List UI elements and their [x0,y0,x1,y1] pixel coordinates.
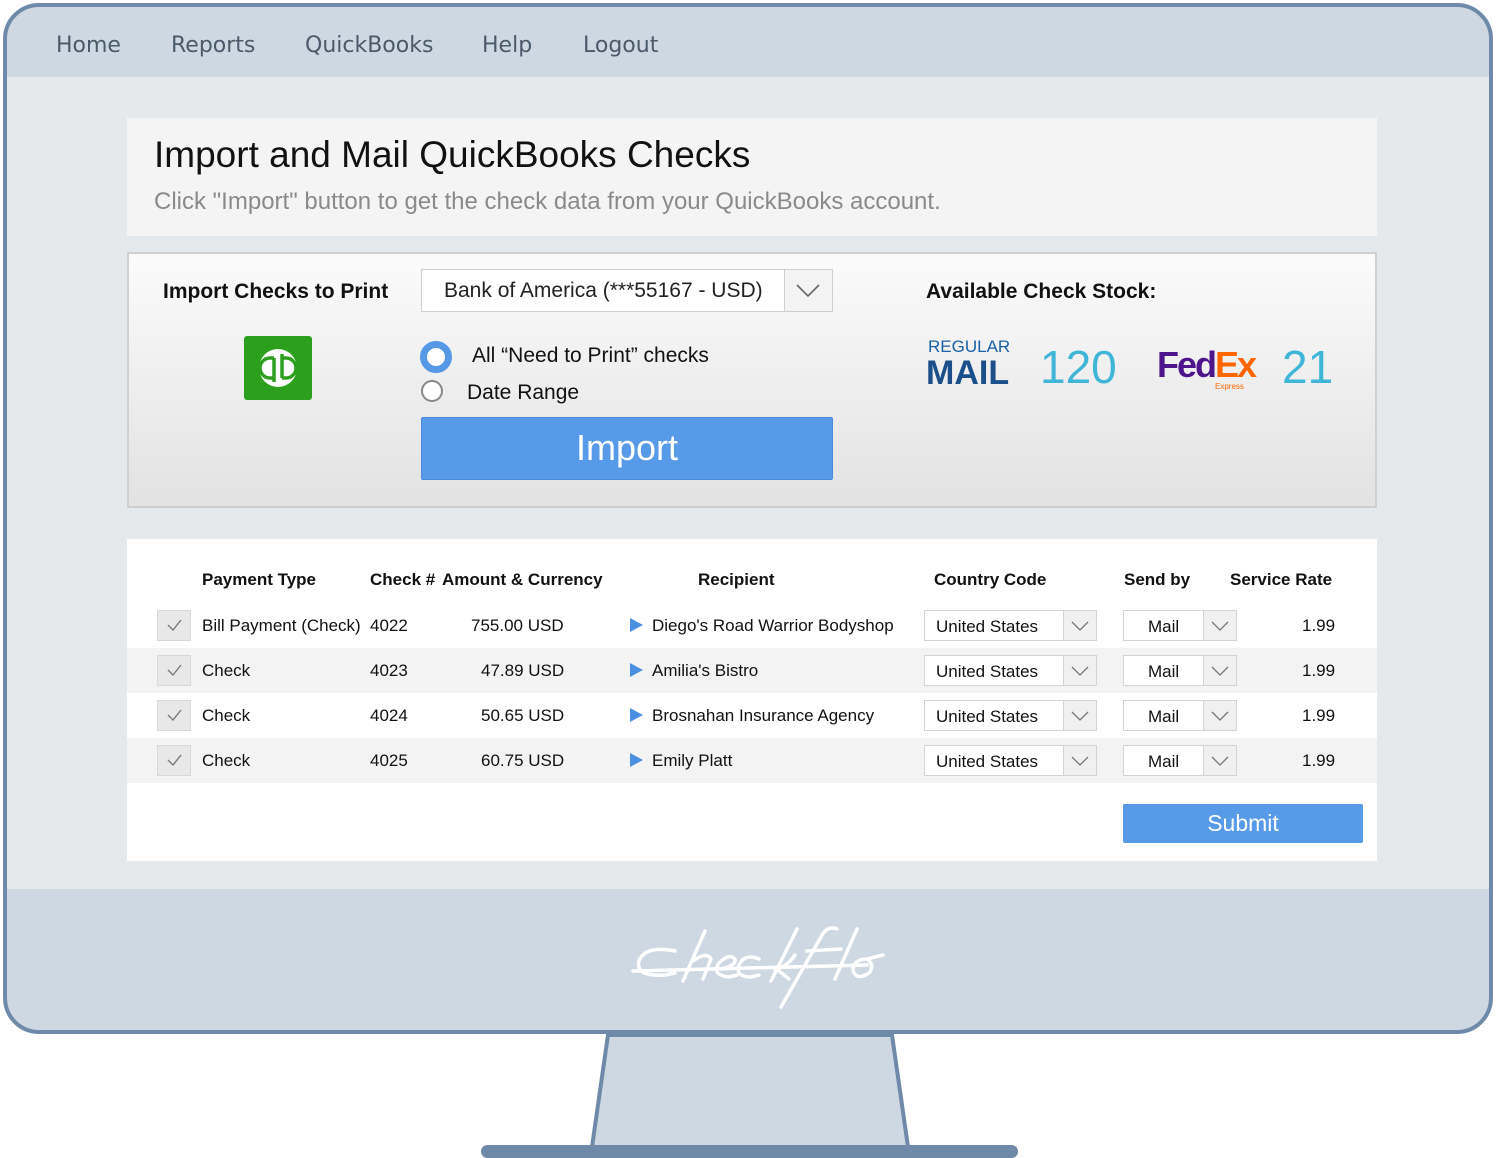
send-by-select[interactable]: Mail [1123,610,1237,641]
import-panel: Import Checks to Print Bank of America (… [127,252,1377,508]
page-header: Import and Mail QuickBooks Checks Click … [127,118,1377,236]
country-value: United States [936,662,1039,681]
country-value: United States [936,707,1039,726]
send-by-value: Mail [1148,617,1180,636]
page-title: Import and Mail QuickBooks Checks [154,134,751,175]
send-by-value: Mail [1148,752,1180,771]
submit-button[interactable]: Submit [1123,804,1363,843]
payment-type-cell: Check [202,661,251,680]
country-value: United States [936,617,1039,636]
recipient-cell: Emily Platt [652,751,733,770]
country-value: United States [936,752,1039,771]
chevron-down-icon [1063,656,1096,685]
table-row: Check 4023 47.89 USD Amilia's Bistro Uni… [127,648,1377,693]
import-button[interactable]: Import [421,417,833,480]
payment-type-cell: Bill Payment (Check) [202,616,361,635]
chevron-down-icon [784,270,832,311]
chevron-down-icon [1063,746,1096,775]
fedex-count: 21 [1282,341,1334,393]
expand-arrow-icon[interactable] [630,663,643,677]
country-select[interactable]: United States [924,655,1097,686]
chevron-down-icon [1063,701,1096,730]
bank-account-select[interactable]: Bank of America (***55167 - USD) [421,269,833,312]
amount-cell: 50.65 USD [481,706,565,725]
fedex-fed-text: Fed [1157,344,1217,385]
checks-table: Payment Type Check # Amount & Currency R… [127,539,1377,861]
col-amount: Amount & Currency [442,570,603,589]
recipient-cell: Brosnahan Insurance Agency [652,706,875,725]
service-rate-cell: 1.99 [1302,616,1336,635]
check-number-cell: 4024 [370,706,408,725]
send-by-select[interactable]: Mail [1123,700,1237,731]
top-navigation: Home Reports QuickBooks Help Logout [7,7,1489,77]
radio-need-to-print-label: All “Need to Print” checks [472,344,709,367]
payment-type-cell: Check [202,706,251,725]
amount-cell: 47.89 USD [481,661,565,680]
row-checkbox[interactable] [157,610,191,641]
payment-type-cell: Check [202,751,251,770]
country-select[interactable]: United States [924,700,1097,731]
table-row: Check 4024 50.65 USD Brosnahan Insurance… [127,693,1377,738]
table-row: Bill Payment (Check) 4022 755.00 USD Die… [127,603,1377,648]
service-rate-cell: 1.99 [1302,706,1336,725]
table-row: Check 4025 60.75 USD Emily Platt United … [127,738,1377,783]
chevron-down-icon [1063,611,1096,640]
send-by-value: Mail [1148,662,1180,681]
quickbooks-logo-icon [244,336,312,400]
regular-mail-count: 120 [1040,341,1117,393]
check-number-cell: 4022 [370,616,408,635]
amount-cell: 755.00 USD [471,616,564,635]
monitor-frame: Home Reports QuickBooks Help Logout Impo… [3,3,1493,1034]
recipient-cell: Amilia's Bistro [652,661,759,680]
recipient-cell: Diego's Road Warrior Bodyshop [652,616,894,635]
nav-home[interactable]: Home [56,33,121,58]
check-number-cell: 4025 [370,751,408,770]
service-rate-cell: 1.99 [1302,751,1336,770]
expand-arrow-icon[interactable] [630,753,643,767]
col-recipient: Recipient [698,570,775,589]
col-check-number: Check # [370,570,436,589]
expand-arrow-icon[interactable] [630,618,643,632]
chevron-down-icon [1203,746,1236,775]
monitor-base [481,1145,1018,1158]
col-service-rate: Service Rate [1230,570,1333,589]
check-stock-label: Available Check Stock: [926,280,1157,303]
expand-arrow-icon[interactable] [630,708,643,722]
send-by-select[interactable]: Mail [1123,745,1237,776]
chevron-down-icon [1203,611,1236,640]
fedex-express-text: Express [1215,382,1244,391]
app-screen: Import and Mail QuickBooks Checks Click … [7,77,1489,889]
nav-logout[interactable]: Logout [583,33,658,58]
nav-quickbooks[interactable]: QuickBooks [305,33,433,58]
chevron-down-icon [1203,701,1236,730]
chevron-down-icon [1203,656,1236,685]
fedex-logo: FedEx Express [1157,344,1257,391]
col-send-by: Send by [1124,570,1191,589]
radio-unselected-icon [421,380,443,402]
country-select[interactable]: United States [924,610,1097,641]
checkflo-logo [631,926,885,1009]
fedex-ex-text: Ex [1215,344,1257,385]
row-checkbox[interactable] [157,655,191,686]
check-number-cell: 4023 [370,661,408,680]
monitor-chin [7,889,1489,1030]
service-rate-cell: 1.99 [1302,661,1336,680]
send-by-select[interactable]: Mail [1123,655,1237,686]
regular-mail-line2: MAIL [926,354,1010,392]
page-subtitle: Click "Import" button to get the check d… [154,188,941,215]
col-country: Country Code [934,570,1047,589]
nav-reports[interactable]: Reports [171,33,255,58]
monitor-stand [588,1033,912,1149]
radio-date-range-label: Date Range [467,381,580,404]
col-payment-type: Payment Type [202,570,317,589]
radio-selected-icon [420,341,452,373]
country-select[interactable]: United States [924,745,1097,776]
bank-account-value: Bank of America (***55167 - USD) [444,279,763,302]
send-by-value: Mail [1148,707,1180,726]
nav-help[interactable]: Help [482,33,532,58]
import-label: Import Checks to Print [163,280,389,303]
amount-cell: 60.75 USD [481,751,565,770]
row-checkbox[interactable] [157,700,191,731]
row-checkbox[interactable] [157,745,191,776]
